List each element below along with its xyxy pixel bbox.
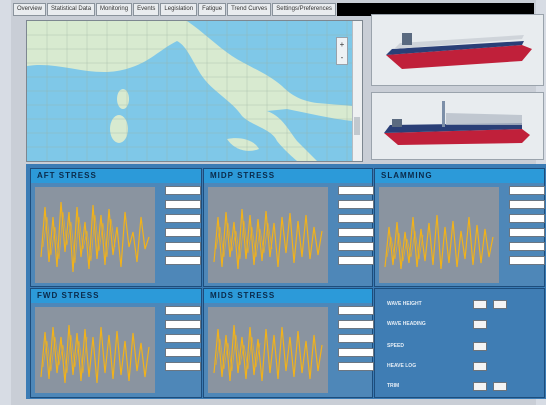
value-box[interactable] xyxy=(165,256,201,265)
aft-controls xyxy=(159,185,201,270)
value-box[interactable] xyxy=(338,256,374,265)
tab-legislation[interactable]: Legislation xyxy=(160,3,198,16)
zoom-out-button[interactable]: - xyxy=(337,51,347,64)
ship-side-view xyxy=(371,14,544,86)
panel-aft-stress: AFT STRESS xyxy=(30,168,202,287)
value-box[interactable] xyxy=(338,320,374,329)
monitoring-grid: AFT STRESS MIDP STRESS SLAMMING FWD STRE… xyxy=(26,164,546,399)
fwd-controls xyxy=(159,305,201,376)
setting-label: HEAVE LOG xyxy=(387,363,417,369)
setting-row: WAVE HEIGHT xyxy=(387,299,507,309)
setting-row: TRIM xyxy=(387,381,507,391)
value-box[interactable] xyxy=(509,228,545,237)
value-box[interactable] xyxy=(509,214,545,223)
value-box[interactable] xyxy=(338,362,374,371)
value-box[interactable] xyxy=(165,228,201,237)
value-box[interactable] xyxy=(509,186,545,195)
stress-trace xyxy=(40,201,150,273)
panel-title: MIDS STRESS xyxy=(204,289,372,303)
panel-fwd-stress: FWD STRESS xyxy=(30,288,202,398)
value-box[interactable] xyxy=(338,334,374,343)
map-zoom-control: + - xyxy=(336,37,348,65)
slamming-controls xyxy=(503,185,545,270)
zoom-in-button[interactable]: + xyxy=(337,38,347,51)
setting-input[interactable] xyxy=(473,299,487,309)
value-box[interactable] xyxy=(165,306,201,315)
map-scrollbar-thumb[interactable] xyxy=(354,117,360,135)
value-box[interactable] xyxy=(509,242,545,251)
setting-label: TRIM xyxy=(387,383,400,389)
tab-overview[interactable]: Overview xyxy=(13,3,47,16)
setting-label: WAVE HEADING xyxy=(387,321,426,327)
setting-input[interactable] xyxy=(473,381,487,391)
ship-stress-view xyxy=(371,92,544,160)
setting-row: WAVE HEADING xyxy=(387,319,487,329)
value-box[interactable] xyxy=(165,214,201,223)
fwd-stress-chart xyxy=(35,307,155,393)
slamming-chart xyxy=(379,187,499,283)
setting-row: SPEED xyxy=(387,341,487,351)
value-box[interactable] xyxy=(165,200,201,209)
tab-settings-preferences[interactable]: Settings/Preferences xyxy=(272,3,336,16)
tab-trend-curves[interactable]: Trend Curves xyxy=(227,3,272,16)
stress-trace xyxy=(213,208,323,270)
setting-input[interactable] xyxy=(493,299,507,309)
value-box[interactable] xyxy=(509,256,545,265)
value-box[interactable] xyxy=(165,334,201,343)
mids-controls xyxy=(332,305,374,376)
setting-input[interactable] xyxy=(473,319,487,329)
stress-trace xyxy=(384,214,494,270)
panel-sea-conditions: WAVE HEIGHT WAVE HEADING SPEED HEAVE LOG… xyxy=(374,288,545,398)
setting-input[interactable] xyxy=(473,341,487,351)
route-map[interactable]: + - xyxy=(26,20,363,162)
panel-title: MIDP STRESS xyxy=(204,169,372,183)
setting-label: SPEED xyxy=(387,343,404,349)
tab-monitoring[interactable]: Monitoring xyxy=(96,3,133,16)
tab-statistical-data[interactable]: Statistical Data xyxy=(47,3,96,16)
ship-stress-model-icon xyxy=(384,101,530,145)
ship-model-3d-icon xyxy=(386,33,532,69)
tab-events[interactable]: Events xyxy=(133,3,160,16)
setting-input[interactable] xyxy=(473,361,487,371)
map-graphic xyxy=(27,21,353,161)
setting-label: WAVE HEIGHT xyxy=(387,301,422,307)
mids-stress-chart xyxy=(208,307,328,393)
value-box[interactable] xyxy=(509,200,545,209)
midp-stress-chart xyxy=(208,187,328,283)
value-box[interactable] xyxy=(338,228,374,237)
setting-row: HEAVE LOG xyxy=(387,361,487,371)
stress-trace xyxy=(213,324,323,382)
value-box[interactable] xyxy=(338,306,374,315)
panel-title: SLAMMING xyxy=(375,169,544,183)
value-box[interactable] xyxy=(338,186,374,195)
value-box[interactable] xyxy=(338,214,374,223)
panel-mids-stress: MIDS STRESS xyxy=(203,288,374,398)
value-box[interactable] xyxy=(338,200,374,209)
app-window: Overview Statistical Data Monitoring Eve… xyxy=(11,0,546,405)
value-box[interactable] xyxy=(165,186,201,195)
midp-controls xyxy=(332,185,374,270)
aft-stress-chart xyxy=(35,187,155,283)
value-box[interactable] xyxy=(338,348,374,357)
panel-title: AFT STRESS xyxy=(31,169,201,183)
value-box[interactable] xyxy=(165,362,201,371)
value-box[interactable] xyxy=(338,242,374,251)
panel-midp-stress: MIDP STRESS xyxy=(203,168,374,287)
panel-slamming: SLAMMING xyxy=(374,168,545,287)
panel-title: FWD STRESS xyxy=(31,289,201,303)
value-box[interactable] xyxy=(165,348,201,357)
setting-input[interactable] xyxy=(493,381,507,391)
value-box[interactable] xyxy=(165,242,201,251)
tab-fatigue[interactable]: Fatigue xyxy=(198,3,227,16)
value-box[interactable] xyxy=(165,320,201,329)
map-scrollbar[interactable] xyxy=(352,21,362,161)
stress-trace xyxy=(40,324,150,384)
